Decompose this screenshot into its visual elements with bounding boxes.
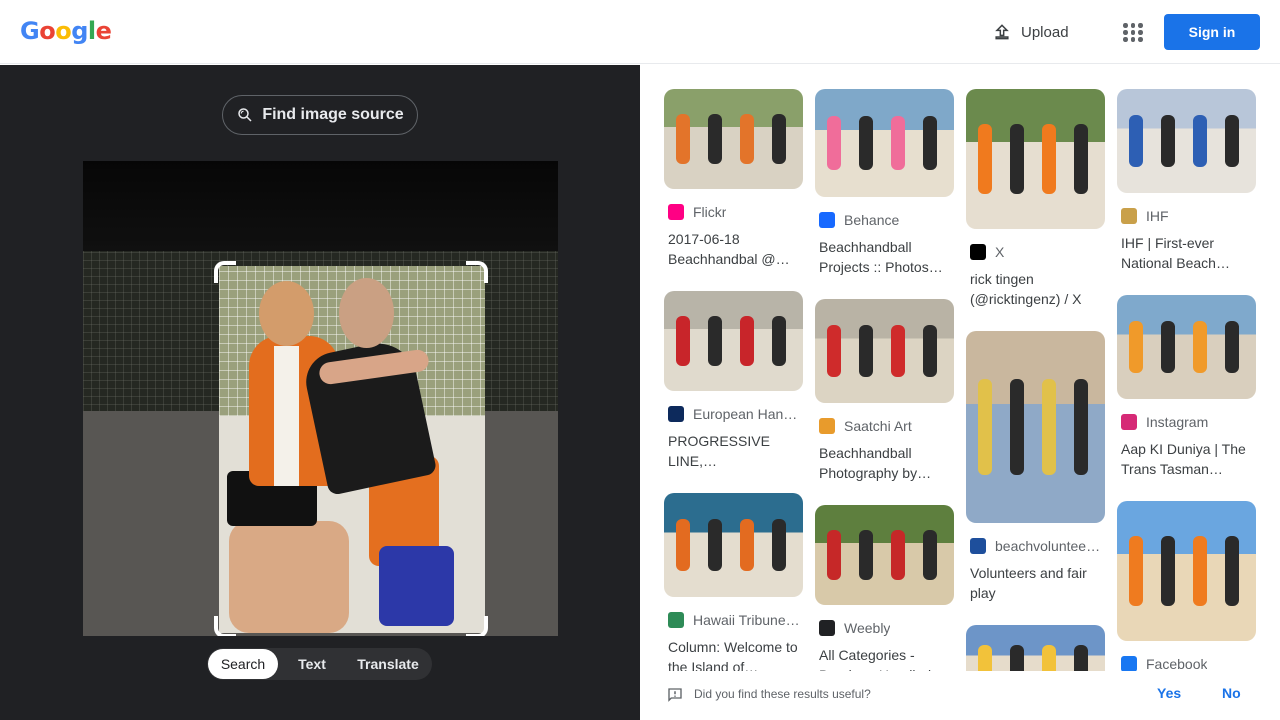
result-thumbnail[interactable] <box>815 505 954 605</box>
result-card[interactable]: Facebook <box>1117 501 1256 673</box>
result-source-name: Facebook <box>1146 656 1208 672</box>
feedback-yes-button[interactable]: Yes <box>1157 685 1181 701</box>
logo-letter: o <box>55 17 72 45</box>
result-source-name: Behance <box>844 212 900 228</box>
results-column: IHF IHF | First-ever National Beach… Insta… <box>1117 89 1256 695</box>
result-thumbnail[interactable] <box>966 89 1105 229</box>
result-card[interactable]: beachvolunteer… Volunteers and fair play <box>966 331 1105 603</box>
result-source-name: beachvolunteer… <box>995 538 1103 554</box>
feedback-bar: Did you find these results useful? Yes N… <box>640 671 1280 720</box>
result-card[interactable]: European Han… PROGRESSIVE LINE,… <box>664 291 803 471</box>
result-thumbnail[interactable] <box>664 493 803 597</box>
feedback-no-button[interactable]: No <box>1222 685 1241 701</box>
result-card[interactable]: IHF IHF | First-ever National Beach… <box>1117 89 1256 273</box>
result-thumbnail[interactable] <box>966 331 1105 523</box>
result-source[interactable]: beachvolunteer… <box>970 537 1105 555</box>
result-source-name: IHF <box>1146 208 1169 224</box>
result-source[interactable]: Behance <box>819 211 954 229</box>
find-image-source-button[interactable]: Find image source <box>222 95 418 135</box>
result-thumbnail[interactable] <box>1117 501 1256 641</box>
result-source[interactable]: Flickr <box>668 203 803 221</box>
upload-label: Upload <box>1021 23 1069 41</box>
lens-mode-switch: Search Text Translate <box>207 648 432 680</box>
find-image-source-label: Find image source <box>262 106 404 123</box>
result-thumbnail[interactable] <box>1117 89 1256 193</box>
result-source[interactable]: Weebly <box>819 619 954 637</box>
logo-letter: l <box>87 17 96 45</box>
result-title[interactable]: Volunteers and fair play <box>970 563 1102 603</box>
result-card[interactable]: Instagram Aap KI Duniya | The Trans Tasma… <box>1117 295 1256 479</box>
result-source[interactable]: Hawaii Tribune… <box>668 611 803 629</box>
behance-icon <box>819 212 835 228</box>
result-card[interactable]: WeeblyAll Categories - Breakers Handbal… <box>815 505 954 685</box>
result-source[interactable]: X <box>970 243 1105 261</box>
x-icon <box>970 244 986 260</box>
result-source-name: Hawaii Tribune… <box>693 612 800 628</box>
crop-handle-bottom-left[interactable] <box>214 616 236 636</box>
result-card[interactable]: Saatchi Art Beachhandball Photography by… <box>815 299 954 483</box>
results-column: BehanceBeachhandball Projects :: Photos…… <box>815 89 954 707</box>
result-source[interactable]: Saatchi Art <box>819 417 954 435</box>
result-title[interactable]: Aap KI Duniya | The Trans Tasman… <box>1121 439 1253 479</box>
result-source[interactable]: Instagram <box>1121 413 1256 431</box>
ihf-icon <box>1121 208 1137 224</box>
result-thumbnail[interactable] <box>1117 295 1256 399</box>
result-card[interactable]: Hawaii Tribune… Column: Welcome to the Is… <box>664 493 803 677</box>
result-thumbnail[interactable] <box>664 291 803 391</box>
beachvolunteers-icon <box>970 538 986 554</box>
result-card[interactable]: BehanceBeachhandball Projects :: Photos… <box>815 89 954 277</box>
result-source-name: Instagram <box>1146 414 1209 430</box>
result-thumbnail[interactable] <box>664 89 803 189</box>
crop-handle-top-left[interactable] <box>214 261 236 283</box>
hawaii-tribune-icon <box>668 612 684 628</box>
results-column: Xrick tingen (@ricktingenz) / X beachvolu… <box>966 89 1105 720</box>
ehf-icon <box>668 406 684 422</box>
result-title[interactable]: 2017-06-18 Beachhandbal @… <box>668 229 800 269</box>
source-image <box>83 161 558 636</box>
apps-grid-icon[interactable] <box>1120 20 1144 44</box>
result-source[interactable]: European Han… <box>668 405 803 423</box>
sign-in-button[interactable]: Sign in <box>1164 14 1260 50</box>
crop-handle-top-right[interactable] <box>466 261 488 283</box>
feedback-question: Did you find these results useful? <box>694 687 871 701</box>
upload-icon <box>995 24 1009 40</box>
header: Google Upload Sign in <box>0 0 1280 64</box>
result-title[interactable]: PROGRESSIVE LINE,… <box>668 431 800 471</box>
logo-letter: g <box>71 17 88 45</box>
result-thumbnail[interactable] <box>815 299 954 403</box>
mode-search-tab[interactable]: Search <box>208 649 278 679</box>
result-source-name: European Han… <box>693 406 798 422</box>
result-title[interactable]: Beachhandball Projects :: Photos… <box>819 237 951 277</box>
weebly-icon <box>819 620 835 636</box>
crop-handle-bottom-right[interactable] <box>466 616 488 636</box>
result-title[interactable]: Beachhandball Photography by… <box>819 443 951 483</box>
upload-button[interactable]: Upload <box>992 18 1069 46</box>
result-thumbnail[interactable] <box>815 89 954 197</box>
feedback-icon <box>668 688 682 702</box>
saatchi-art-icon <box>819 418 835 434</box>
google-logo[interactable]: Google <box>20 17 112 45</box>
logo-letter: G <box>20 17 40 45</box>
logo-letter: e <box>95 17 112 45</box>
logo-letter: o <box>39 17 56 45</box>
result-source[interactable]: IHF <box>1121 207 1256 225</box>
result-title[interactable]: rick tingen (@ricktingenz) / X <box>970 269 1102 309</box>
result-source-name: Weebly <box>844 620 891 636</box>
result-title[interactable]: IHF | First-ever National Beach… <box>1121 233 1253 273</box>
instagram-icon <box>1121 414 1137 430</box>
result-card[interactable]: Xrick tingen (@ricktingenz) / X <box>966 89 1105 309</box>
flickr-icon <box>668 204 684 220</box>
lens-image-panel: Find image source Search Text Translate <box>0 65 640 720</box>
result-card[interactable]: Flickr 2017-06-18 Beachhandbal @… <box>664 89 803 269</box>
mode-translate-tab[interactable]: Translate <box>346 649 430 679</box>
selected-crop-region[interactable] <box>219 266 485 633</box>
visual-matches-panel: Flickr 2017-06-18 Beachhandbal @… European… <box>640 65 1280 720</box>
result-source-name: X <box>995 244 1005 260</box>
result-source-name: Saatchi Art <box>844 418 912 434</box>
result-source-name: Flickr <box>693 204 727 220</box>
mode-text-tab[interactable]: Text <box>278 649 346 679</box>
lens-search-icon <box>238 108 252 122</box>
facebook-icon <box>1121 656 1137 672</box>
results-column: Flickr 2017-06-18 Beachhandbal @… European… <box>664 89 803 699</box>
